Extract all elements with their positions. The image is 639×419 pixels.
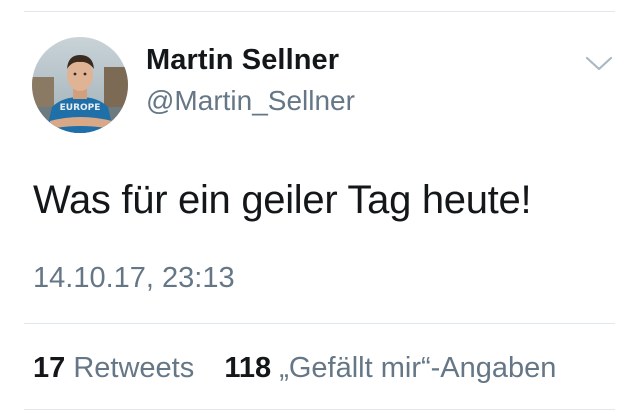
retweets-label: Retweets xyxy=(73,352,195,384)
likes-stat[interactable]: 118 „Gefällt mir“-Angaben xyxy=(216,352,556,384)
avatar-photo: EUROPE xyxy=(32,37,128,133)
tweet-timestamp[interactable]: 14.10.17, 23:13 xyxy=(33,262,235,295)
avatar[interactable]: EUROPE xyxy=(32,37,128,133)
top-divider xyxy=(24,11,615,12)
author-display-name[interactable]: Martin Sellner xyxy=(146,44,339,77)
tweet-text: Was für ein geiler Tag heute! xyxy=(33,178,532,222)
author-handle[interactable]: @Martin_Sellner xyxy=(146,85,355,117)
avatar-shirt-text: EUROPE xyxy=(60,103,101,113)
chevron-down-icon[interactable] xyxy=(583,52,615,76)
bottom-divider xyxy=(24,409,615,410)
retweets-stat[interactable]: 17 Retweets xyxy=(33,352,202,384)
likes-label: „Gefällt mir“-Angaben xyxy=(279,352,557,384)
likes-count: 118 xyxy=(224,352,272,384)
tweet-stats: 17 Retweets 118 „Gefällt mir“-Angaben xyxy=(33,352,556,385)
stats-divider xyxy=(24,323,615,324)
retweets-count: 17 xyxy=(33,352,66,384)
